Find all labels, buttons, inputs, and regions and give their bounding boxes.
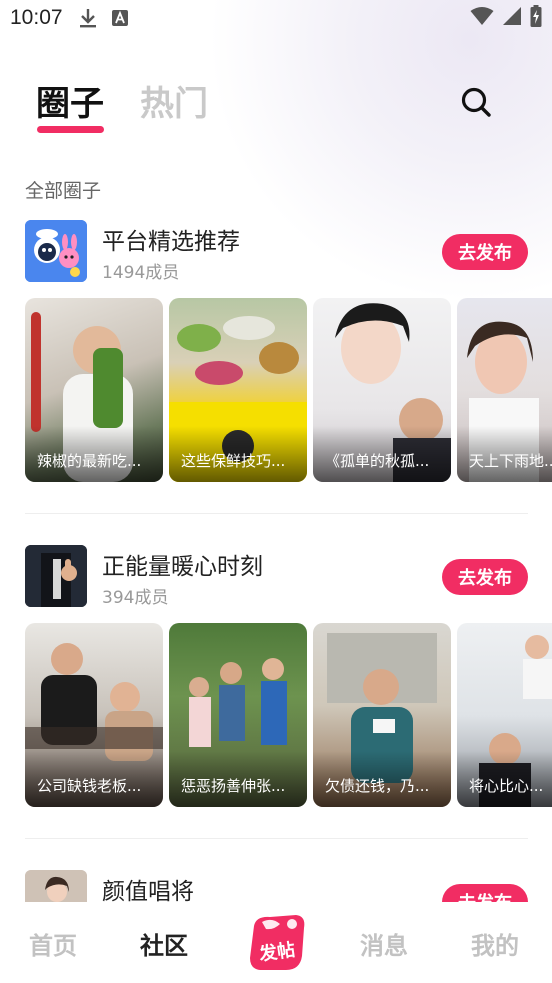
post-thumbnail[interactable]: 《孤单的秋孤... [313, 298, 451, 482]
tab-hot[interactable]: 热门 [140, 76, 208, 125]
post-thumbnail[interactable]: 将心比心... [457, 623, 552, 807]
post-thumbnail[interactable]: 欠债还钱，乃... [313, 623, 451, 807]
wifi-icon [470, 6, 494, 30]
nav-community[interactable]: 社区 [140, 926, 188, 961]
nav-mine[interactable]: 我的 [471, 926, 519, 961]
circle-post-row: 公司缺钱老板... 惩恶扬善伸张... 欠债还钱，乃... 将心比心... [25, 623, 552, 807]
circle-name: 颜值唱将 [102, 879, 194, 905]
tab-circles-label: 圈子 [36, 84, 104, 124]
circle-card: 正能量暖心时刻 394成员 去发布 公司缺钱老板... 惩恶扬善伸张... 欠债… [0, 545, 552, 815]
post-thumbnail[interactable]: 辣椒的最新吃... [25, 298, 163, 482]
status-time: 10:07 [10, 6, 63, 29]
circle-name: 平台精选推荐 [102, 229, 240, 255]
bottom-nav: 首页 社区 发帖 消息 我的 [0, 902, 552, 983]
post-caption: 天上下雨地... [457, 426, 552, 482]
circle-avatar [25, 220, 87, 282]
circle-member-count: 394成员 [102, 588, 169, 608]
divider [25, 838, 528, 839]
tab-active-indicator [37, 126, 104, 133]
search-icon[interactable] [460, 86, 492, 118]
post-thumbnail[interactable]: 天上下雨地... [457, 298, 552, 482]
battery-charging-icon [530, 5, 542, 31]
post-caption: 惩恶扬善伸张... [169, 751, 307, 807]
post-caption: 辣椒的最新吃... [25, 426, 163, 482]
post-button[interactable]: 去发布 [442, 234, 528, 270]
nav-messages[interactable]: 消息 [360, 926, 408, 961]
circle-card: 平台精选推荐 1494成员 去发布 辣椒的最新吃... 这些保鲜技巧... 《孤… [0, 220, 552, 490]
download-icon [79, 8, 97, 28]
circle-name: 正能量暖心时刻 [102, 554, 263, 580]
circle-header[interactable]: 平台精选推荐 1494成员 去发布 [0, 220, 552, 284]
post-caption: 公司缺钱老板... [25, 751, 163, 807]
post-thumbnail[interactable]: 公司缺钱老板... [25, 623, 163, 807]
tab-circles[interactable]: 圈子 [36, 76, 104, 133]
circle-header[interactable]: 正能量暖心时刻 394成员 去发布 [0, 545, 552, 609]
post-caption: 这些保鲜技巧... [169, 426, 307, 482]
post-thumbnail[interactable]: 惩恶扬善伸张... [169, 623, 307, 807]
publish-button[interactable]: 发帖 [246, 912, 308, 974]
signal-icon [502, 6, 522, 30]
post-caption: 《孤单的秋孤... [313, 426, 451, 482]
tab-hot-label: 热门 [140, 84, 208, 124]
keyboard-a-icon [111, 9, 129, 27]
divider [25, 513, 528, 514]
section-label-all-circles: 全部圈子 [25, 180, 102, 202]
post-thumbnail[interactable]: 这些保鲜技巧... [169, 298, 307, 482]
status-bar: 10:07 [0, 0, 552, 36]
circle-member-count: 1494成员 [102, 263, 180, 283]
post-caption: 欠债还钱，乃... [313, 751, 451, 807]
nav-home[interactable]: 首页 [29, 926, 77, 961]
top-tabs: 圈子 热门 [36, 76, 208, 133]
post-caption: 将心比心... [457, 751, 552, 807]
circle-avatar [25, 545, 87, 607]
circle-post-row: 辣椒的最新吃... 这些保鲜技巧... 《孤单的秋孤... 天上下雨地... [25, 298, 552, 482]
post-button[interactable]: 去发布 [442, 559, 528, 595]
